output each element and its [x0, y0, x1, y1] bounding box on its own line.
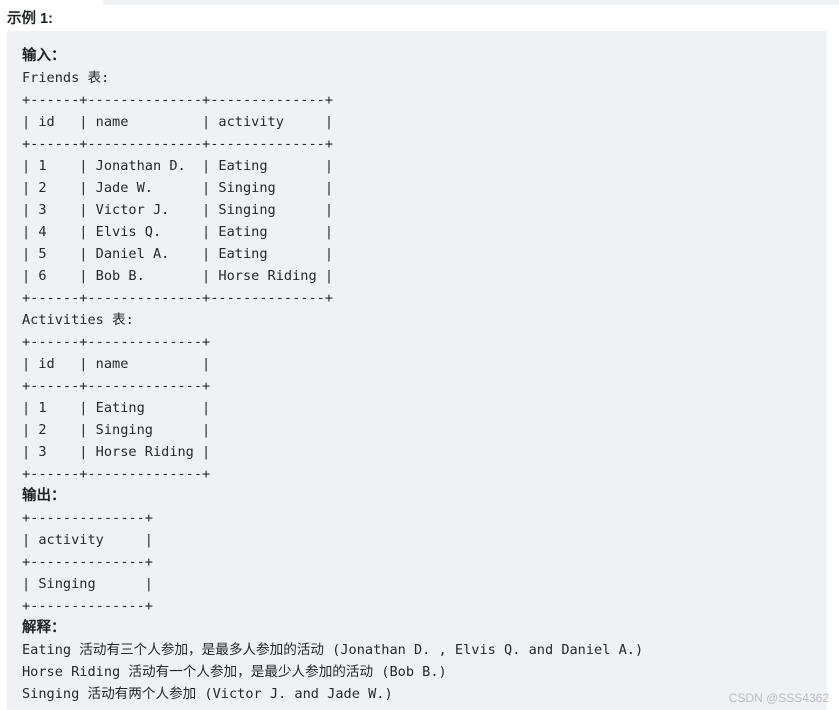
- explanation-line: Singing 活动有两个人参加 (Victor J. and Jade W.): [22, 686, 393, 702]
- code-block: 输入： Friends 表: +------+--------------+--…: [7, 31, 827, 710]
- explanation-line: Eating 活动有三个人参加，是最多人参加的活动 (Jonathan D. ,…: [22, 642, 644, 658]
- activities-table-border-mid: +------+--------------+: [22, 378, 211, 394]
- table-row: | 1 | Eating |: [22, 400, 211, 416]
- table-row: | 4 | Elvis Q. | Eating |: [22, 224, 333, 240]
- table-row: | 6 | Bob B. | Horse Riding |: [22, 268, 333, 284]
- table-row: | 3 | Horse Riding |: [22, 444, 211, 460]
- output-heading: 输出：: [22, 488, 66, 504]
- friends-table-header: | id | name | activity |: [22, 114, 333, 130]
- output-table-header: | activity |: [22, 532, 153, 548]
- previous-code-block-remnant: [103, 0, 839, 5]
- friends-table-border-bottom: +------+--------------+--------------+: [22, 290, 333, 306]
- table-row: | Singing |: [22, 576, 153, 592]
- output-table-border-mid: +--------------+: [22, 554, 153, 570]
- activities-table-border-bottom: +------+--------------+: [22, 466, 211, 482]
- table-row: | 3 | Victor J. | Singing |: [22, 202, 333, 218]
- explanation-heading: 解释：: [22, 620, 66, 636]
- explanation-line: Horse Riding 活动有一个人参加，是最少人参加的活动 (Bob B.): [22, 664, 447, 680]
- friends-table-border-mid: +------+--------------+--------------+: [22, 136, 333, 152]
- output-table-border-bottom: +--------------+: [22, 598, 153, 614]
- table-row: | 5 | Daniel A. | Eating |: [22, 246, 333, 262]
- activities-table-label: Activities 表:: [22, 312, 134, 328]
- friends-table-border-top: +------+--------------+--------------+: [22, 92, 333, 108]
- activities-table-header: | id | name |: [22, 356, 211, 372]
- friends-table-label: Friends 表:: [22, 70, 110, 86]
- output-table-border-top: +--------------+: [22, 510, 153, 526]
- input-heading: 输入：: [22, 48, 66, 64]
- table-row: | 2 | Jade W. | Singing |: [22, 180, 333, 196]
- page-title: 示例 1:: [7, 11, 53, 27]
- activities-table-border-top: +------+--------------+: [22, 334, 211, 350]
- csdn-watermark: CSDN @SSS4362: [728, 691, 829, 705]
- table-row: | 1 | Jonathan D. | Eating |: [22, 158, 333, 174]
- table-row: | 2 | Singing |: [22, 422, 211, 438]
